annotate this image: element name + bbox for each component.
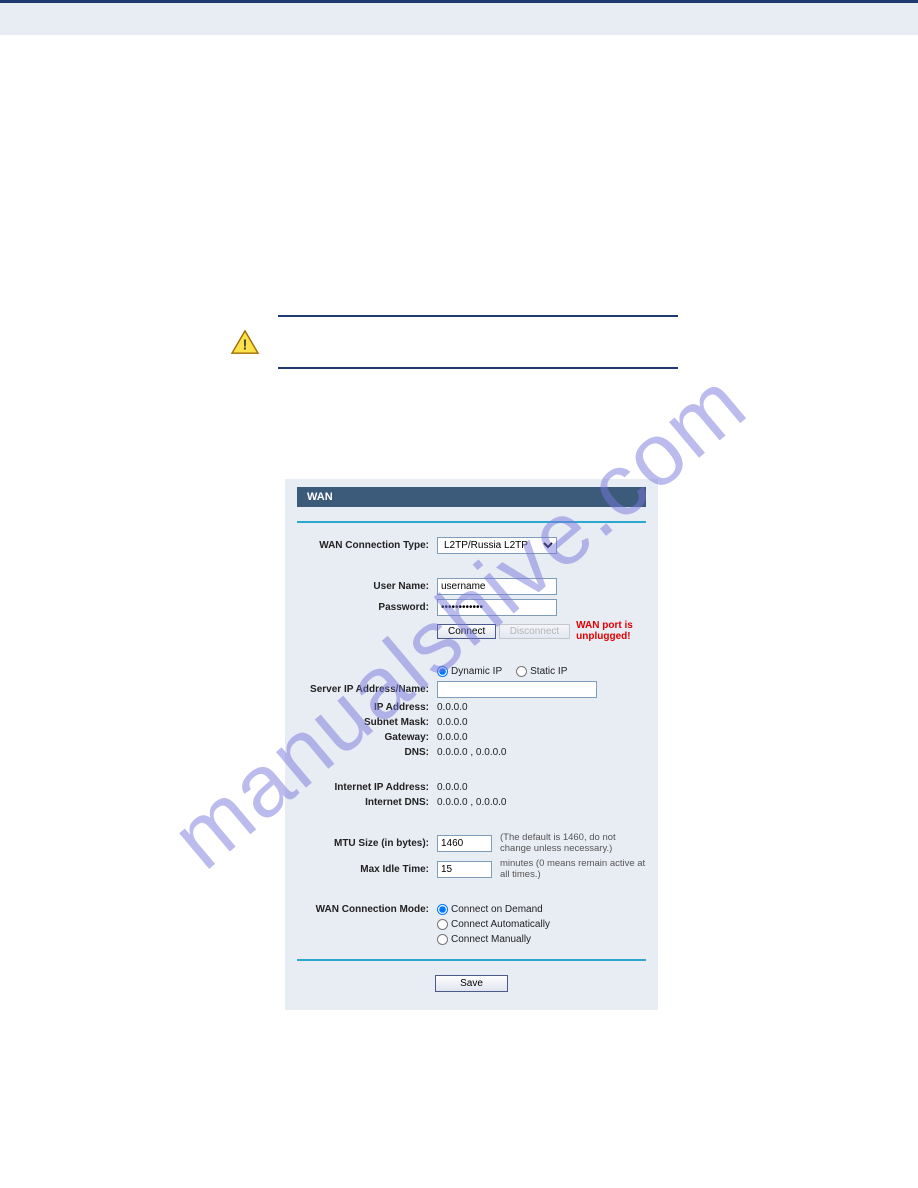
connect-button[interactable]: Connect [437,624,496,639]
note-text [278,317,678,367]
row-dns: DNS: 0.0.0.0 , 0.0.0.0 [297,747,646,758]
label-internet-ip: Internet IP Address: [297,782,437,793]
row-ip-address: IP Address: 0.0.0.0 [297,702,646,713]
connect-auto-radio[interactable] [437,919,448,930]
internet-dns-value: 0.0.0.0 , 0.0.0.0 [437,797,507,808]
server-ip-input[interactable] [437,681,597,698]
label-dns: DNS: [297,747,437,758]
row-max-idle: Max Idle Time: minutes (0 means remain a… [297,858,646,880]
label-wan-mode: WAN Connection Mode: [297,904,437,915]
separator [297,521,646,523]
mtu-input[interactable] [437,835,492,852]
connect-manual-label: Connect Manually [451,934,531,945]
static-ip-radio[interactable] [516,666,527,677]
label-mtu: MTU Size (in bytes): [297,838,437,849]
row-wan-mode-1: WAN Connection Mode: Connect on Demand [297,904,646,915]
note-line-bottom [278,367,678,369]
label-wan-conn-type: WAN Connection Type: [297,540,437,551]
label-password: Password: [297,602,437,613]
svg-text:!: ! [243,337,248,353]
row-wan-conn-type: WAN Connection Type: L2TP/Russia L2TP [297,537,646,554]
row-subnet-mask: Subnet Mask: 0.0.0.0 [297,717,646,728]
spacer [0,35,918,315]
label-gateway: Gateway: [297,732,437,743]
connect-manual-radio[interactable] [437,934,448,945]
panel-title: WAN [297,487,646,507]
dynamic-ip-label: Dynamic IP [451,666,502,677]
label-username: User Name: [297,581,437,592]
page-header-bars [0,0,918,35]
header-band [0,3,918,35]
connect-auto-label: Connect Automatically [451,919,550,930]
dynamic-ip-radio[interactable] [437,666,448,677]
row-mtu: MTU Size (in bytes): (The default is 146… [297,832,646,854]
note-lines [278,315,678,369]
wan-status-text: WAN port is unplugged! [576,620,646,642]
row-internet-ip: Internet IP Address: 0.0.0.0 [297,782,646,793]
mtu-hint: (The default is 1460, do not change unle… [500,832,646,854]
label-internet-dns: Internet DNS: [297,797,437,808]
label-max-idle: Max Idle Time: [297,864,437,875]
disconnect-button[interactable]: Disconnect [499,624,570,639]
max-idle-input[interactable] [437,861,492,878]
max-idle-hint: minutes (0 means remain active at all ti… [500,858,646,880]
row-internet-dns: Internet DNS: 0.0.0.0 , 0.0.0.0 [297,797,646,808]
row-ip-mode: Dynamic IP Static IP [297,666,646,677]
label-server-ip: Server IP Address/Name: [297,684,437,695]
label-ip-address: IP Address: [297,702,437,713]
static-ip-label: Static IP [530,666,567,677]
label-subnet-mask: Subnet Mask: [297,717,437,728]
row-connect: Connect Disconnect WAN port is unplugged… [297,620,646,642]
wan-panel: WAN WAN Connection Type: L2TP/Russia L2T… [285,479,658,1010]
connect-demand-label: Connect on Demand [451,904,543,915]
row-server-ip: Server IP Address/Name: [297,681,646,698]
save-button[interactable]: Save [435,975,508,992]
row-gateway: Gateway: 0.0.0.0 [297,732,646,743]
separator-bottom [297,959,646,961]
internet-ip-value: 0.0.0.0 [437,782,468,793]
ip-address-value: 0.0.0.0 [437,702,468,713]
connect-demand-radio[interactable] [437,904,448,915]
subnet-mask-value: 0.0.0.0 [437,717,468,728]
password-input[interactable] [437,599,557,616]
row-wan-mode-3: Connect Manually [297,934,646,945]
row-wan-mode-2: Connect Automatically [297,919,646,930]
username-input[interactable] [437,578,557,595]
dns-value: 0.0.0.0 , 0.0.0.0 [437,747,507,758]
note-block: ! [230,315,678,369]
gateway-value: 0.0.0.0 [437,732,468,743]
wan-conn-type-select[interactable]: L2TP/Russia L2TP [437,537,557,554]
row-password: Password: [297,599,646,616]
row-username: User Name: [297,578,646,595]
save-row: Save [297,975,646,992]
warning-icon: ! [230,329,260,355]
